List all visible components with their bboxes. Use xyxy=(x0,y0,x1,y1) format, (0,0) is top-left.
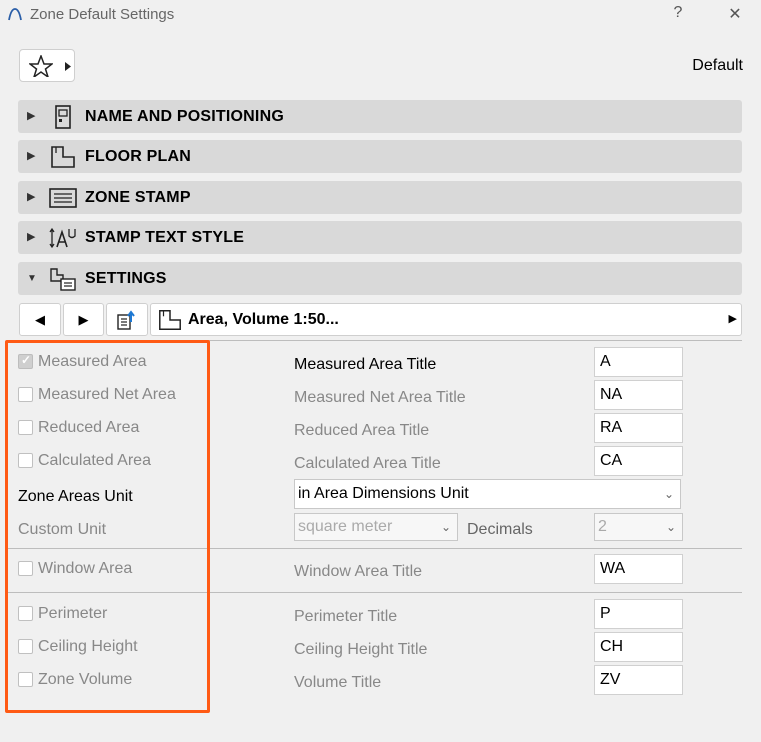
collapse-arrow-icon: ▼ xyxy=(27,273,37,284)
chevron-down-icon: ⌄ xyxy=(665,520,676,534)
perimeter-title-label: Perimeter Title xyxy=(294,608,398,625)
expand-arrow-icon: ▶ xyxy=(27,110,36,122)
decimals-label: Decimals xyxy=(467,521,533,538)
title-bar: Zone Default Settings ? ✕ xyxy=(0,0,761,30)
triangle-right-icon: ▶ xyxy=(78,312,89,327)
expand-arrow-icon: ▶ xyxy=(27,191,36,203)
favorites-button[interactable] xyxy=(19,49,75,82)
highlight-box xyxy=(5,340,210,713)
name-positioning-icon xyxy=(55,105,71,129)
calculated-area-title-input[interactable]: CA xyxy=(594,446,683,476)
caret-right-icon: ▶ xyxy=(728,313,737,325)
close-button[interactable]: ✕ xyxy=(725,4,745,24)
reduced-area-title-label: Reduced Area Title xyxy=(294,422,430,439)
ceiling-height-title-label: Ceiling Height Title xyxy=(294,641,428,658)
caret-right-icon xyxy=(65,62,71,71)
ceiling-height-title-input[interactable]: CH xyxy=(594,632,683,662)
calculated-area-title-label: Calculated Area Title xyxy=(294,455,441,472)
section-label: NAME AND POSITIONING xyxy=(85,108,284,125)
perimeter-title-input[interactable]: P xyxy=(594,599,683,629)
chevron-down-icon: ⌄ xyxy=(663,487,674,501)
reduced-area-title-input[interactable]: RA xyxy=(594,413,683,443)
measured-area-title-input[interactable]: A xyxy=(594,347,683,377)
expand-arrow-icon: ▶ xyxy=(27,231,36,243)
measured-area-title-label: Measured Area Title xyxy=(294,356,437,373)
section-stamp-text-style[interactable]: ▶ STAMP TEXT STYLE xyxy=(18,221,742,254)
preset-name: Area, Volume 1:50... xyxy=(188,311,339,328)
decimals-select[interactable]: 2 ⌄ xyxy=(594,513,683,541)
section-floor-plan[interactable]: ▶ FLOOR PLAN xyxy=(18,140,742,173)
chevron-down-icon: ⌄ xyxy=(440,520,451,534)
apply-preset-button[interactable] xyxy=(106,303,148,336)
zone-areas-unit-value: in Area Dimensions Unit xyxy=(298,485,469,502)
preset-dropdown[interactable]: Area, Volume 1:50... ▶ xyxy=(150,303,742,336)
section-label: SETTINGS xyxy=(85,270,167,287)
section-label: FLOOR PLAN xyxy=(85,148,191,165)
window-area-title-input[interactable]: WA xyxy=(594,554,683,584)
decimals-value: 2 xyxy=(598,518,607,535)
floor-plan-icon xyxy=(51,146,75,168)
floor-plan-icon xyxy=(159,309,181,331)
custom-unit-select[interactable]: square meter ⌄ xyxy=(294,513,458,541)
triangle-left-icon: ◀ xyxy=(35,312,45,327)
volume-title-input[interactable]: ZV xyxy=(594,665,683,695)
default-label: Default xyxy=(692,57,743,74)
window-area-title-label: Window Area Title xyxy=(294,563,423,580)
section-zone-stamp[interactable]: ▶ ZONE STAMP xyxy=(18,181,742,214)
section-name-and-positioning[interactable]: ▶ NAME AND POSITIONING xyxy=(18,100,742,133)
expand-arrow-icon: ▶ xyxy=(27,150,36,162)
section-label: STAMP TEXT STYLE xyxy=(85,229,245,246)
section-settings[interactable]: ▼ SETTINGS xyxy=(18,262,742,295)
zone-areas-unit-select[interactable]: in Area Dimensions Unit ⌄ xyxy=(294,479,681,509)
text-style-icon xyxy=(49,227,76,249)
previous-preset-button[interactable]: ◀ xyxy=(19,303,61,336)
help-button[interactable]: ? xyxy=(668,4,688,22)
document-arrow-icon xyxy=(117,310,135,330)
section-label: ZONE STAMP xyxy=(85,189,191,206)
next-preset-button[interactable]: ▶ xyxy=(63,303,104,336)
measured-net-area-title-input[interactable]: NA xyxy=(594,380,683,410)
window-title: Zone Default Settings xyxy=(30,6,175,23)
settings-zone-icon xyxy=(50,268,76,291)
measured-net-area-title-label: Measured Net Area Title xyxy=(294,389,466,406)
zone-stamp-icon xyxy=(49,188,77,208)
custom-unit-value: square meter xyxy=(298,518,393,535)
app-logo-icon xyxy=(8,8,22,21)
star-icon xyxy=(29,55,53,77)
volume-title-label: Volume Title xyxy=(294,674,382,691)
